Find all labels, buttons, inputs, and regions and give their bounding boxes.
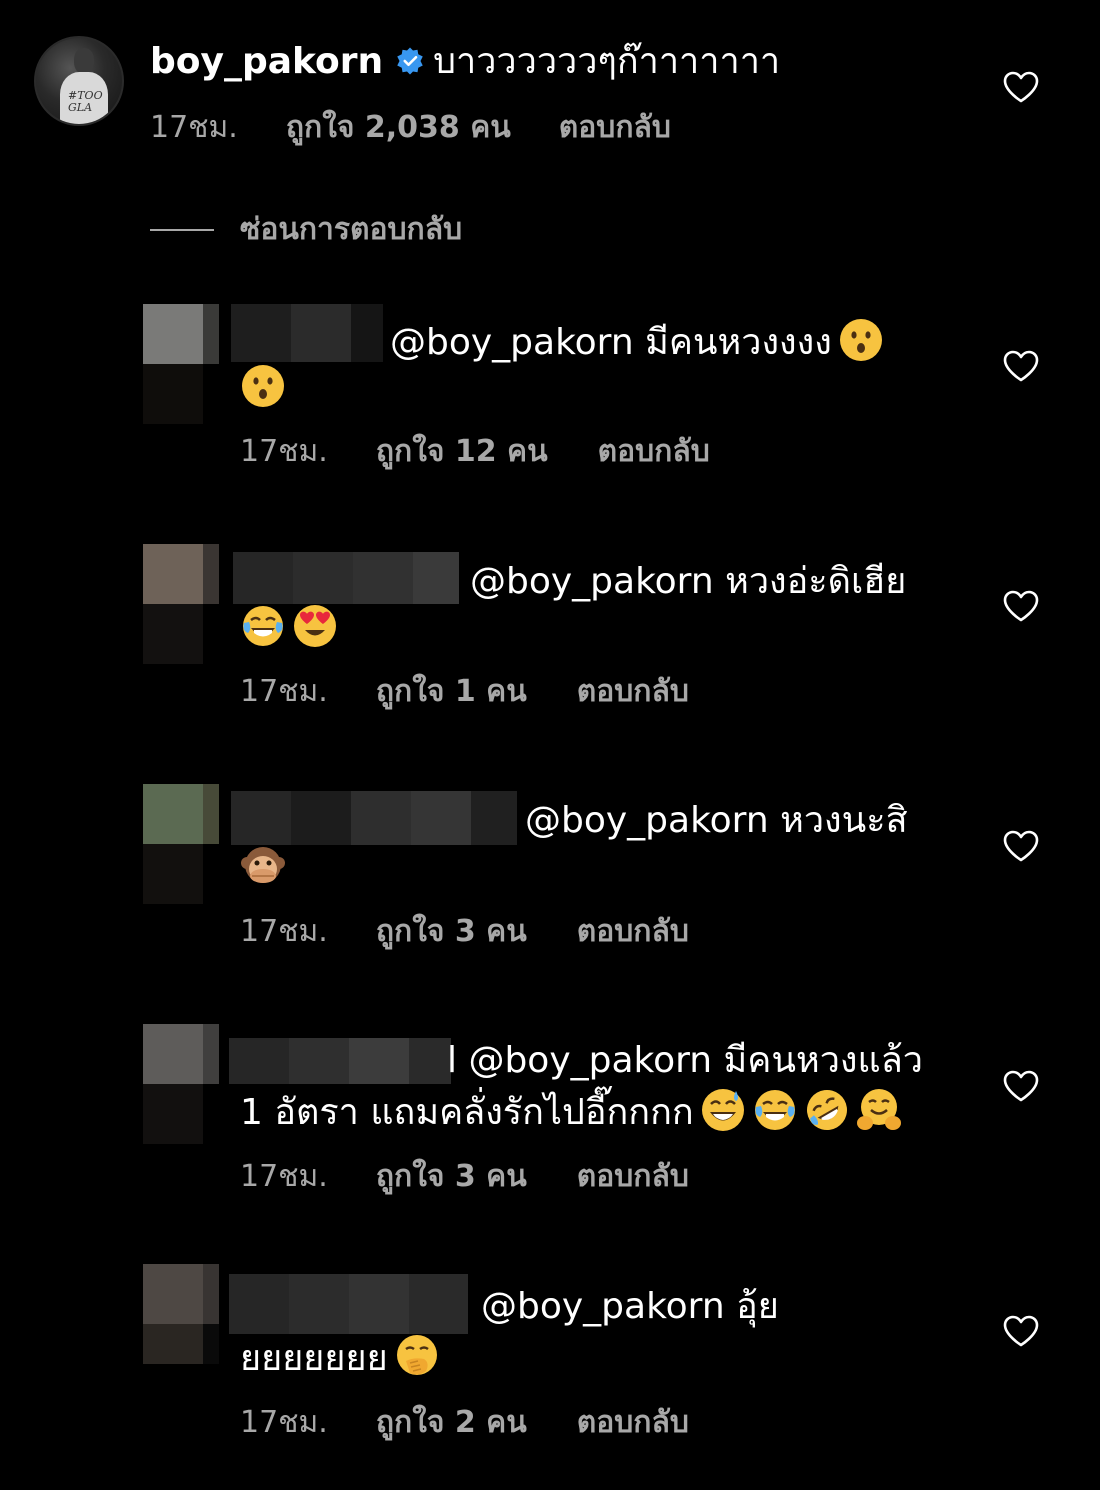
- hushed-face-emoji-icon: [839, 319, 882, 361]
- like-heart-icon[interactable]: [1002, 70, 1040, 104]
- heart-eyes-emoji-icon: [294, 605, 336, 647]
- tears-of-joy-emoji-icon: [754, 1090, 795, 1130]
- comment-time: 17ชม.: [240, 914, 328, 949]
- username-blurred[interactable]: [229, 1038, 451, 1084]
- divider-line: [150, 229, 214, 231]
- reply-text: @boy_pakorn หวงนะสิ: [525, 800, 908, 841]
- reply-button[interactable]: ตอบกลับ: [559, 108, 671, 148]
- reply-text-line2: ยยยยยยย: [240, 1333, 440, 1384]
- reply-text-line2: [240, 603, 338, 654]
- comment-meta: 17ชม. ถูกใจ 3 คน ตอบกลับ: [240, 1157, 689, 1197]
- reply-button[interactable]: ตอบกลับ: [577, 672, 689, 712]
- reply-text-line2: [240, 843, 286, 894]
- comment-time: 17ชม.: [240, 1405, 328, 1440]
- hide-replies-button[interactable]: ซ่อนการตอบกลับ: [150, 210, 462, 250]
- like-heart-icon[interactable]: [1002, 829, 1040, 863]
- like-heart-icon[interactable]: [1002, 349, 1040, 383]
- reply-text-line2: 1 อัตรา แถมคลั่งรักไปอี๊กกกก: [240, 1087, 902, 1138]
- reply-text-line1: l @boy_pakorn มีคนหวงแล้ว: [447, 1036, 923, 1086]
- avatar[interactable]: [143, 784, 219, 904]
- reply-button[interactable]: ตอบกลับ: [598, 432, 710, 472]
- reply-text: @boy_pakorn มีคนหวงงงง: [390, 322, 832, 363]
- comment-meta: 17ชม. ถูกใจ 12 คน ตอบกลับ: [240, 432, 710, 472]
- comment-meta: 17ชม. ถูกใจ 3 คน ตอบกลับ: [240, 912, 689, 952]
- comment-time: 17ชม.: [240, 1159, 328, 1194]
- avatar-figure-head: [74, 48, 94, 74]
- comment-thread: #TOO GLA boy_pakorn บาววววววๆก๊าาาาาาา 1…: [0, 0, 1100, 1490]
- comment-likes-link[interactable]: ถูกใจ 2 คน: [376, 1403, 527, 1443]
- hugging-face-emoji-icon: [856, 1089, 901, 1130]
- username-blurred[interactable]: [229, 1274, 468, 1334]
- rolling-laughing-emoji-icon: [806, 1090, 847, 1130]
- grinning-sweat-emoji-icon: [701, 1089, 744, 1131]
- reply-text: ยยยยยยย: [240, 1338, 388, 1379]
- comment-meta: 17ชม. ถูกใจ 2,038 คน ตอบกลับ: [150, 108, 671, 148]
- reply-button[interactable]: ตอบกลับ: [577, 1157, 689, 1197]
- avatar[interactable]: [143, 1264, 219, 1384]
- avatar[interactable]: #TOO GLA: [34, 36, 124, 126]
- reply-text: 1 อัตรา แถมคลั่งรักไปอี๊กกกก: [240, 1092, 694, 1133]
- comment-likes-link[interactable]: ถูกใจ 12 คน: [376, 432, 548, 472]
- avatar[interactable]: [143, 304, 219, 424]
- reply-text: @boy_pakorn หวงอ่ะดิเฮีย: [470, 561, 907, 602]
- comment-likes-link[interactable]: ถูกใจ 3 คน: [376, 912, 527, 952]
- comment-username[interactable]: boy_pakorn: [150, 38, 383, 86]
- like-heart-icon[interactable]: [1002, 1069, 1040, 1103]
- comment-likes-link[interactable]: ถูกใจ 3 คน: [376, 1157, 527, 1197]
- reply-button[interactable]: ตอบกลับ: [577, 912, 689, 952]
- reply-text: l @boy_pakorn มีคนหวงแล้ว: [447, 1040, 923, 1081]
- username-blurred[interactable]: [231, 304, 383, 362]
- speak-no-evil-monkey-emoji-icon: [241, 847, 285, 883]
- like-heart-icon[interactable]: [1002, 1314, 1040, 1348]
- reply-text-line1: @boy_pakorn มีคนหวงงงง: [390, 317, 884, 368]
- username-blurred[interactable]: [233, 552, 459, 604]
- reply-text: @boy_pakorn อุ้ย: [481, 1286, 779, 1327]
- hide-replies-label: ซ่อนการตอบกลับ: [240, 212, 463, 247]
- avatar[interactable]: [143, 544, 219, 664]
- avatar[interactable]: [143, 1024, 219, 1144]
- username-blurred[interactable]: [231, 791, 517, 845]
- hushed-face-emoji-icon: [242, 365, 284, 407]
- reply-text-line1: @boy_pakorn อุ้ย: [481, 1282, 779, 1332]
- reply-text-line1: @boy_pakorn หวงอ่ะดิเฮีย: [470, 557, 906, 607]
- comment-text: บาววววววๆก๊าาาาาาา: [433, 41, 781, 82]
- comment-meta: 17ชม. ถูกใจ 1 คน ตอบกลับ: [240, 672, 689, 712]
- comment-time: 17ชม.: [240, 434, 328, 469]
- top-comment-line: boy_pakorn บาววววววๆก๊าาาาาาา: [150, 38, 780, 86]
- reply-text-line2: [240, 363, 286, 414]
- avatar-shirt-text: #TOO GLA: [68, 89, 103, 114]
- verified-badge-icon: [397, 47, 423, 75]
- reply-text-line1: @boy_pakorn หวงนะสิ: [525, 796, 908, 846]
- comment-likes-link[interactable]: ถูกใจ 2,038 คน: [286, 108, 511, 148]
- comment-time: 17ชม.: [240, 674, 328, 709]
- face-with-hand-over-mouth-emoji-icon: [396, 1335, 437, 1375]
- comment-time: 17ชม.: [150, 110, 238, 145]
- tears-of-joy-emoji-icon: [243, 606, 283, 646]
- comment-meta: 17ชม. ถูกใจ 2 คน ตอบกลับ: [240, 1403, 689, 1443]
- comment-likes-link[interactable]: ถูกใจ 1 คน: [376, 672, 527, 712]
- reply-button[interactable]: ตอบกลับ: [577, 1403, 689, 1443]
- like-heart-icon[interactable]: [1002, 589, 1040, 623]
